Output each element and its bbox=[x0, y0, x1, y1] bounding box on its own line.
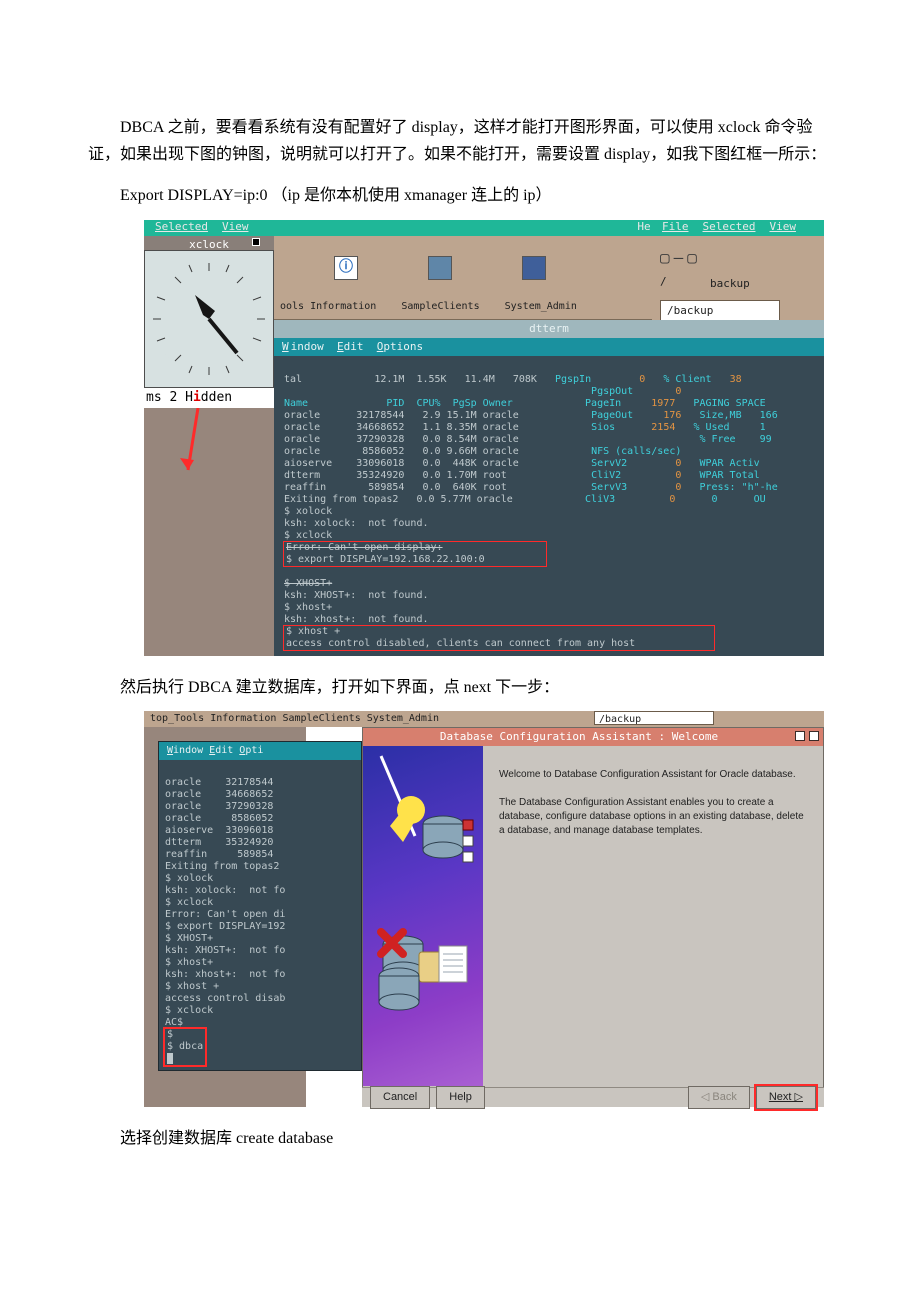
menu-selected-2[interactable]: Selected bbox=[703, 218, 756, 237]
toolbar-label-sysadmin: System_Admin bbox=[505, 298, 577, 315]
backup-path-field-2[interactable]: /backup bbox=[594, 711, 714, 725]
backup-label: backup bbox=[710, 275, 816, 294]
dbca-titlebar: Database Configuration Assistant : Welco… bbox=[363, 728, 823, 746]
screenshot-dbca: top_Tools Information SampleClients Syst… bbox=[144, 711, 824, 1107]
menu-selected[interactable]: Selected bbox=[155, 218, 208, 237]
cancel-button[interactable]: Cancel bbox=[370, 1086, 430, 1109]
dbca-content: Welcome to Database Configuration Assist… bbox=[483, 746, 823, 1086]
red-marker-icon: i bbox=[193, 387, 201, 409]
info-icon[interactable]: ⓘ bbox=[334, 256, 358, 280]
menu-view[interactable]: View bbox=[222, 218, 249, 237]
help-button[interactable]: Help bbox=[436, 1086, 485, 1109]
dbca-artwork bbox=[363, 746, 483, 1086]
titlebar-he: He bbox=[634, 220, 654, 236]
dash-icon: – bbox=[674, 244, 684, 271]
systemadmin-icon[interactable] bbox=[522, 256, 546, 280]
menu-options[interactable]: ptions bbox=[383, 340, 423, 353]
brown-panel bbox=[144, 408, 274, 656]
folder-icon: ▢ bbox=[660, 244, 670, 271]
menu-edit[interactable]: dit bbox=[344, 340, 364, 353]
desktop-toolbar: ⓘ ools Information SampleClients System_… bbox=[274, 236, 652, 320]
menu-window[interactable]: indow bbox=[291, 340, 324, 353]
titlebar-right: File Selected View bbox=[654, 220, 824, 236]
dtterm-menubar: Window Edit Options bbox=[274, 338, 824, 356]
dbca-footer: Cancel Help ◁ Back Next ▷ bbox=[362, 1087, 824, 1107]
menu-file[interactable]: File bbox=[662, 218, 689, 237]
desktop-toolbar-2: top_Tools Information SampleClients Syst… bbox=[144, 711, 824, 727]
folder-icon-2: ▢ bbox=[687, 244, 697, 271]
paragraph-2: Export DISPLAY=ip:0 （ip 是你本机使用 xmanager … bbox=[88, 182, 832, 209]
window-control-icon[interactable] bbox=[252, 238, 260, 246]
dbca-command-highlight: $ $ dbca bbox=[165, 1029, 205, 1065]
dbca-welcome-text: Welcome to Database Configuration Assist… bbox=[499, 768, 807, 782]
dtterm-titlebar: dtterm bbox=[274, 320, 824, 338]
toolbar-label-info: ools Information bbox=[280, 298, 376, 315]
toolbar-label-sample: SampleClients bbox=[401, 298, 479, 315]
hidden-indicator: ms 2 Hidden bbox=[144, 388, 274, 408]
back-button: ◁ Back bbox=[688, 1086, 750, 1109]
dbca-desc-text: The Database Configuration Assistant ena… bbox=[499, 796, 807, 838]
sampleclients-icon[interactable] bbox=[428, 256, 452, 280]
paragraph-3: 然后执行 DBCA 建立数据库，打开如下界面，点 next 下一步： bbox=[88, 674, 832, 701]
window-control-icon[interactable] bbox=[795, 731, 805, 741]
dtterm-terminal[interactable]: tal 12.1M 1.55K 11.4M 708K PgspIn 0 % Cl… bbox=[274, 356, 824, 656]
next-button[interactable]: Next ▷ bbox=[756, 1086, 816, 1109]
window-control-icon[interactable] bbox=[809, 731, 819, 741]
xclock-face bbox=[144, 250, 274, 388]
dtterm-terminal-2[interactable]: Window Edit Opti oracle 32178544 oracle … bbox=[158, 741, 362, 1071]
screenshot-xclock-dtterm: Selected View He File Selected View xclo… bbox=[144, 220, 824, 656]
menu-view-2[interactable]: View bbox=[769, 218, 796, 237]
paragraph-4: 选择创建数据库 create database bbox=[88, 1125, 832, 1152]
backup-panel: ▢ – ▢ / backup /backup bbox=[652, 236, 824, 320]
dtterm-menubar-2: Window Edit Opti bbox=[159, 742, 361, 760]
titlebar-left: Selected View bbox=[144, 220, 634, 236]
paragraph-1: DBCA 之前，要看看系统有没有配置好了 display，这样才能打开图形界面，… bbox=[88, 114, 832, 168]
dbca-window: Database Configuration Assistant : Welco… bbox=[362, 727, 824, 1107]
